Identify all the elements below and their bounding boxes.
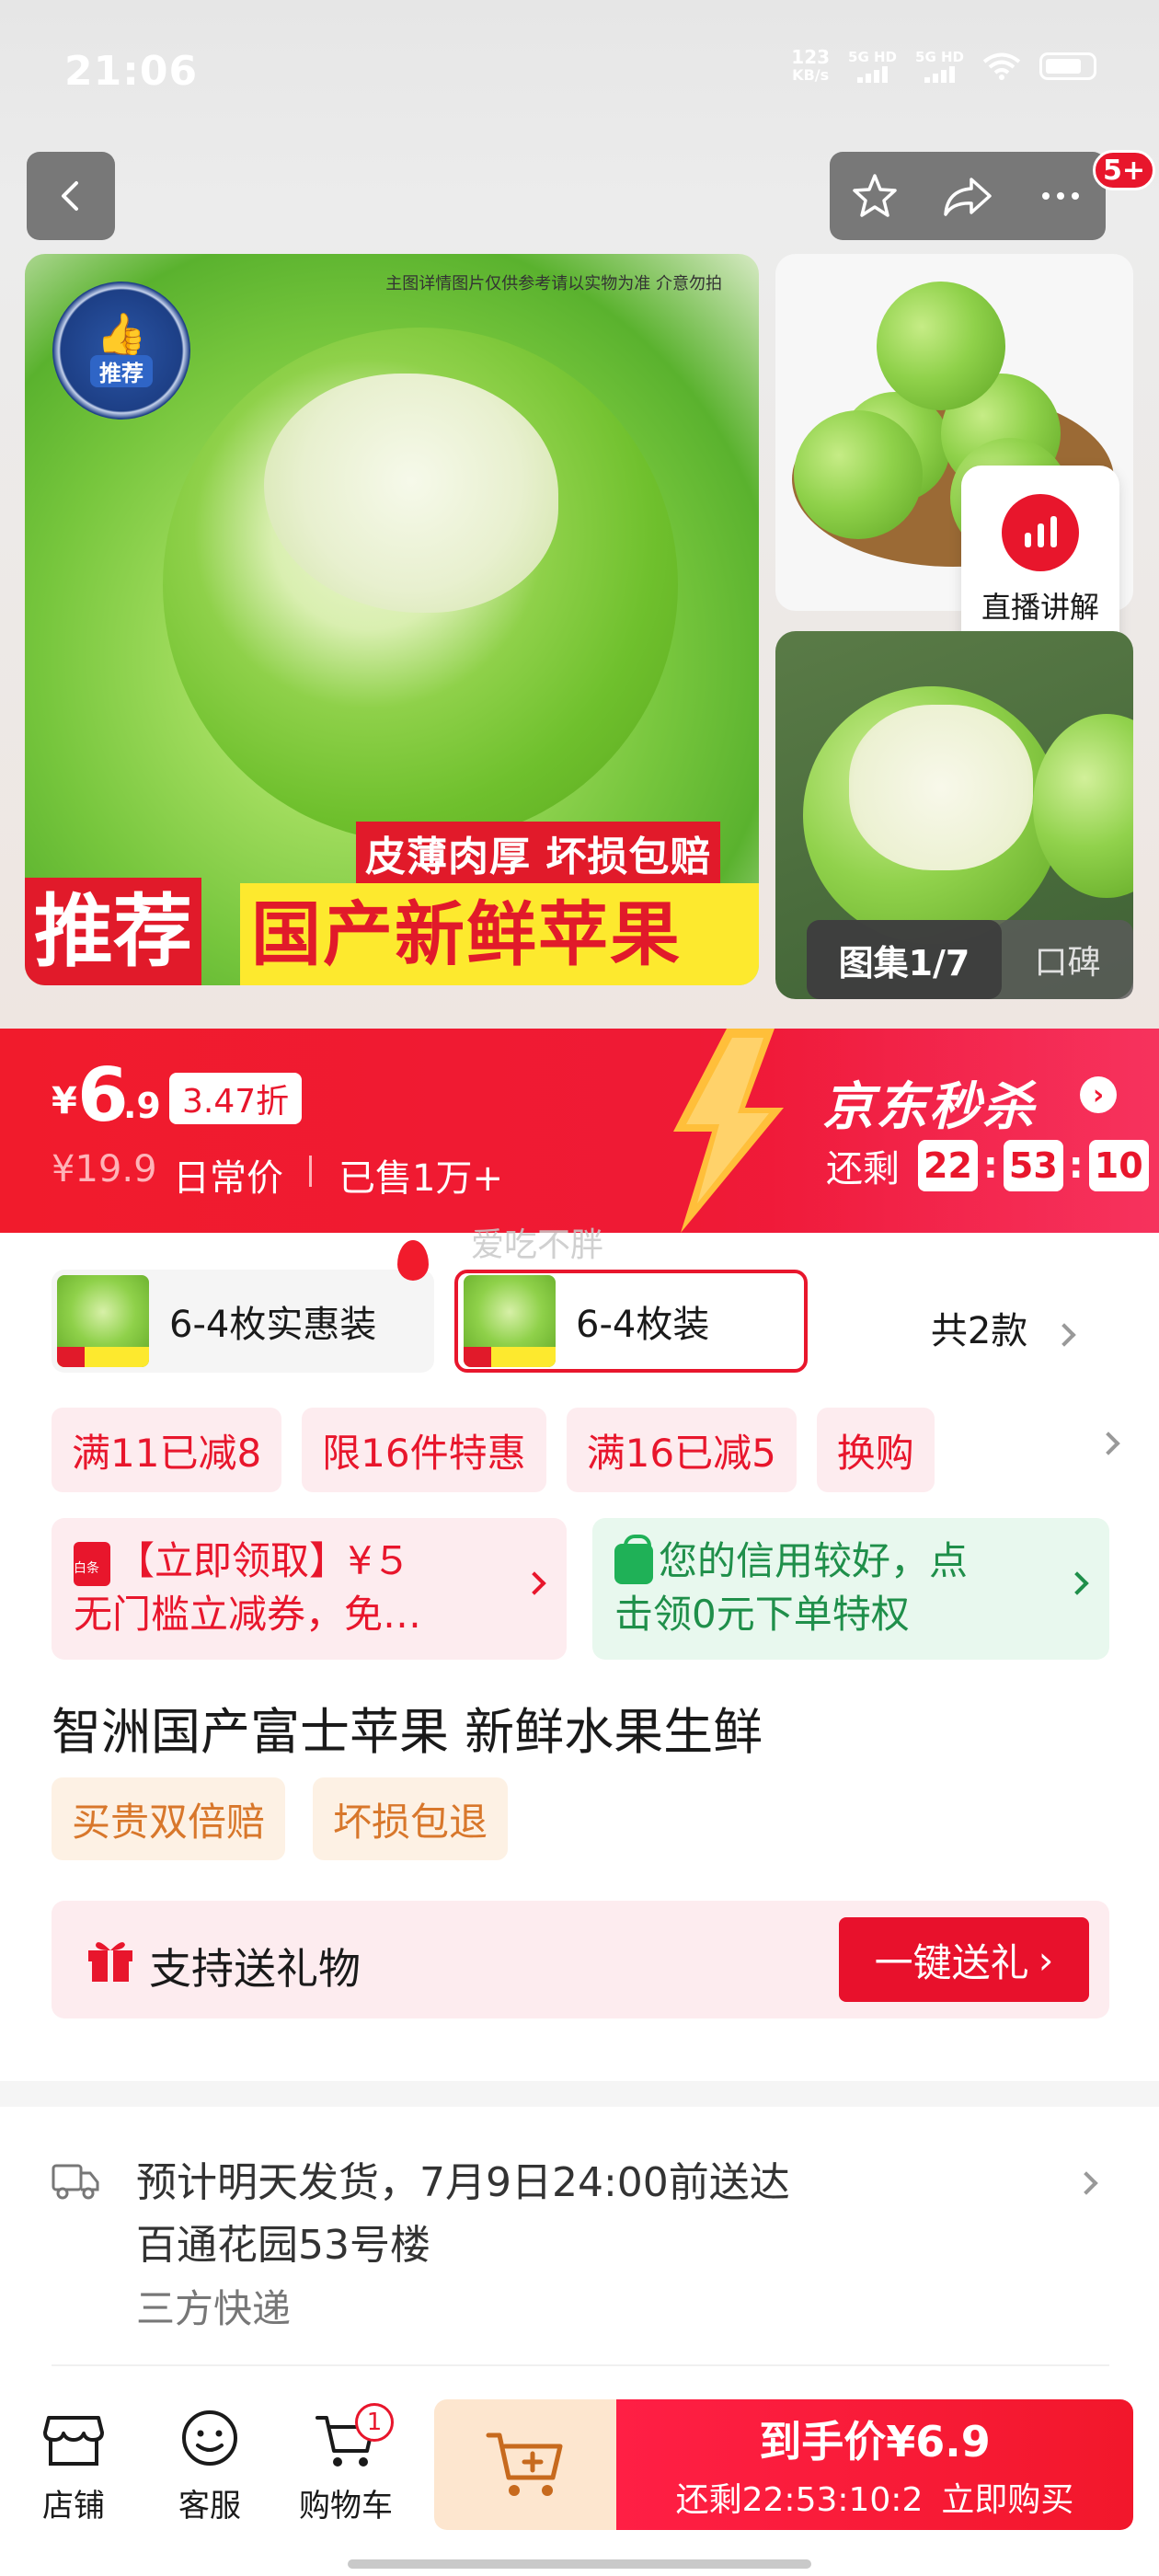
shopping-bag-icon bbox=[614, 1535, 653, 1584]
chevron-right-icon bbox=[1052, 1323, 1076, 1347]
back-button[interactable] bbox=[27, 152, 115, 240]
star-icon[interactable] bbox=[849, 170, 901, 222]
smiley-chat-icon bbox=[182, 2410, 237, 2466]
chevron-right-icon bbox=[1096, 1432, 1120, 1455]
credit-privilege-card[interactable]: 您的信用较好，点 击领0元下单特权 bbox=[592, 1518, 1109, 1660]
sku-thumbnail bbox=[464, 1275, 556, 1367]
status-time: 21:06 bbox=[64, 48, 199, 95]
section-divider bbox=[0, 2081, 1159, 2107]
image-slogan: 皮薄肉厚 坏损包赔 bbox=[356, 822, 721, 884]
sku-option-2[interactable]: 6-4枚装 bbox=[454, 1270, 808, 1373]
status-bar: 21:06 123 KB/s 5G HD 5G HD bbox=[0, 0, 1159, 138]
sku-selector: 6-4枚实惠装 6-4枚装 共2款 bbox=[52, 1240, 1109, 1378]
network-speed: 123 KB/s bbox=[791, 46, 831, 84]
chevron-right-icon[interactable]: › bbox=[1080, 1076, 1117, 1113]
product-title: 智洲国产富士苹果 新鲜水果生鲜 bbox=[52, 1703, 763, 1761]
shipping-info[interactable]: 预计明天发货，7月9日24:00前送达 百通花园53号楼 三方快递 bbox=[0, 2107, 1159, 2366]
product-gallery-area: 21:06 123 KB/s 5G HD 5G HD 5+ 主图详情图片仅供参考… bbox=[0, 0, 1159, 1029]
chevron-left-icon bbox=[62, 181, 78, 211]
shipping-address: 百通花园53号楼 bbox=[136, 2222, 430, 2269]
banner-recommend: 推荐 bbox=[25, 878, 201, 985]
signal-sim2-icon: 5G HD bbox=[915, 50, 964, 83]
add-cart-icon bbox=[486, 2432, 563, 2496]
fire-icon bbox=[397, 1240, 429, 1281]
wifi-icon bbox=[982, 52, 1021, 80]
truck-icon bbox=[52, 2164, 99, 2200]
send-gift-button[interactable]: 一键送礼 › bbox=[839, 1917, 1089, 2002]
flash-countdown: 还剩 22 : 53 : 10 bbox=[826, 1139, 1149, 1192]
promotions-more[interactable] bbox=[1096, 1432, 1120, 1455]
promotion-tags: 满11已减8 限16件特惠 满16已减5 换购 bbox=[52, 1408, 1030, 1492]
signal-sim1-icon: 5G HD bbox=[848, 50, 897, 83]
gallery-tabs: 图集1/7 口碑 bbox=[807, 920, 1133, 999]
original-price-label: 日常价 bbox=[173, 1157, 283, 1200]
countdown-seconds: 10 bbox=[1088, 1140, 1149, 1191]
live-icon bbox=[1002, 494, 1079, 571]
tab-reviews[interactable]: 口碑 bbox=[1002, 936, 1133, 983]
chevron-right-icon: › bbox=[1038, 1937, 1054, 1983]
promo-tag[interactable]: 换购 bbox=[816, 1408, 935, 1492]
divider bbox=[52, 2364, 1109, 2366]
chevron-right-icon bbox=[1065, 1571, 1089, 1595]
message-badge: 5+ bbox=[1093, 150, 1156, 190]
buy-label: 立即购买 bbox=[941, 2481, 1074, 2519]
buy-countdown: 还剩22:53:10:2 bbox=[675, 2481, 924, 2519]
gift-support-bar: 支持送礼物 一键送礼 › bbox=[52, 1901, 1109, 2018]
sku-option-1[interactable]: 6-4枚实惠装 bbox=[52, 1270, 434, 1373]
buy-now-button[interactable]: 到手价¥6.9 还剩22:53:10:2 立即购买 bbox=[616, 2399, 1133, 2530]
watermark: 爱吃不胖 bbox=[471, 1226, 604, 1264]
bottom-action-bar: 店铺 客服 购物车 1 到手价¥6.9 还剩22:53:10:2 立即购买 bbox=[0, 2383, 1159, 2576]
price-decimal: .9 bbox=[123, 1086, 161, 1126]
header-actions bbox=[830, 152, 1106, 240]
lightning-icon bbox=[673, 1029, 784, 1233]
flash-sale-title[interactable]: 京东秒杀 bbox=[822, 1065, 1036, 1140]
countdown-hours: 22 bbox=[918, 1140, 978, 1191]
home-indicator[interactable] bbox=[348, 2559, 811, 2569]
flash-sale-bar: ¥ 6 .9 3.47折 ¥19.9 日常价 已售1万+ 京东秒杀 › 还剩 2… bbox=[0, 1029, 1159, 1233]
main-product-image[interactable]: 主图详情图片仅供参考请以实物为准 介意勿拍 👍 推荐 皮薄肉厚 坏损包赔 推荐 … bbox=[25, 254, 759, 985]
customer-service-button[interactable]: 客服 bbox=[145, 2405, 274, 2525]
system-icons: 123 KB/s 5G HD 5G HD bbox=[791, 48, 1096, 85]
chevron-right-icon bbox=[522, 1571, 546, 1595]
promo-tag[interactable]: 限16件特惠 bbox=[302, 1408, 546, 1492]
baitiao-icon: 白条 bbox=[74, 1541, 110, 1586]
sold-count: 已售1万+ bbox=[339, 1157, 503, 1200]
price-integer: 6 bbox=[77, 1052, 129, 1138]
chevron-right-icon bbox=[1074, 2171, 1098, 2195]
recommend-seal: 👍 推荐 bbox=[52, 282, 190, 420]
tab-gallery[interactable]: 图集1/7 bbox=[807, 920, 1002, 999]
more-dots-icon[interactable] bbox=[1035, 170, 1086, 222]
countdown-minutes: 53 bbox=[1003, 1140, 1063, 1191]
promo-tag[interactable]: 满16已减5 bbox=[566, 1408, 797, 1492]
gift-label: 支持送礼物 bbox=[149, 1944, 361, 1994]
divider bbox=[309, 1156, 312, 1187]
original-price: ¥19.9 bbox=[52, 1148, 157, 1190]
service-tag[interactable]: 坏损包退 bbox=[313, 1777, 509, 1860]
share-arrow-icon[interactable] bbox=[940, 170, 995, 222]
coupon-card[interactable]: 白条 【立即领取】¥５ 无门槛立减券，免… bbox=[52, 1518, 567, 1660]
price-currency: ¥ bbox=[52, 1080, 77, 1122]
promo-tag[interactable]: 满11已减8 bbox=[52, 1408, 282, 1492]
add-to-cart-button[interactable] bbox=[434, 2399, 616, 2530]
final-price: 到手价¥6.9 bbox=[759, 2417, 991, 2467]
gift-icon bbox=[88, 1942, 132, 1982]
cart-count-badge: 1 bbox=[355, 2403, 394, 2442]
live-explain-button[interactable]: 直播讲解 bbox=[961, 466, 1119, 655]
banner-product: 国产新鲜苹果 bbox=[240, 883, 759, 985]
store-icon bbox=[43, 2416, 104, 2466]
service-tag[interactable]: 买贵双倍赔 bbox=[52, 1777, 286, 1860]
shipping-carrier: 三方快递 bbox=[136, 2286, 292, 2331]
sku-thumbnail bbox=[57, 1275, 149, 1367]
shipping-eta: 预计明天发货，7月9日24:00前送达 bbox=[136, 2159, 790, 2206]
store-button[interactable]: 店铺 bbox=[9, 2405, 138, 2525]
service-tags: 买贵双倍赔 坏损包退 bbox=[52, 1777, 509, 1860]
discount-badge: 3.47折 bbox=[169, 1073, 303, 1124]
sku-total-link[interactable]: 共2款 bbox=[931, 1301, 1076, 1354]
battery-icon bbox=[1039, 52, 1096, 80]
image-disclaimer: 主图详情图片仅供参考请以实物为准 介意勿拍 bbox=[385, 274, 722, 293]
thumbs-up-icon: 👍 bbox=[96, 310, 147, 358]
